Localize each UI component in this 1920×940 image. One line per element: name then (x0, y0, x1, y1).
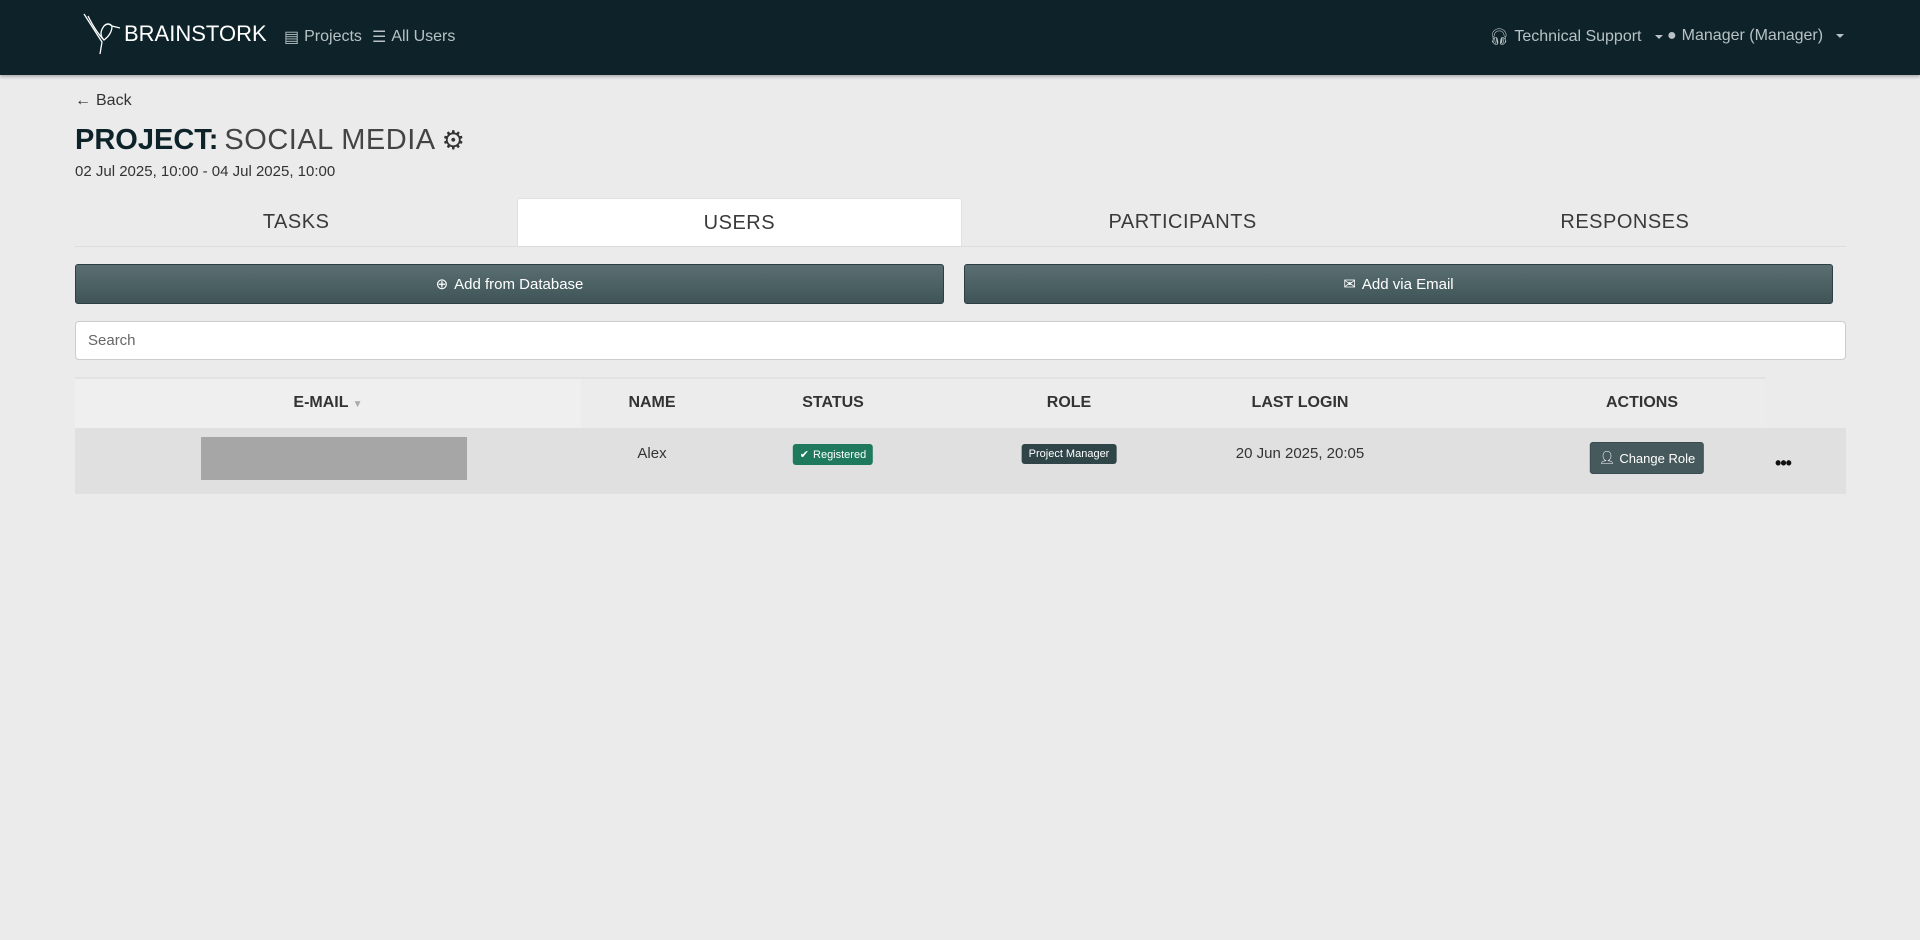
caret-down-icon (1836, 34, 1845, 38)
redacted-email (201, 437, 467, 480)
nav-projects-link[interactable]: ▤ Projects (284, 27, 362, 47)
header-email[interactable]: E-MAIL ▼ (293, 394, 362, 412)
check-circle-icon: ✔ (799, 449, 810, 461)
search-input[interactable] (75, 321, 1846, 360)
header-name: NAME (628, 394, 676, 411)
brand-logo[interactable]: BRAINSTORK (82, 12, 267, 56)
table-row: Alex ✔ Registered Project Manager 20 Jun … (75, 428, 1846, 494)
user-name: Alex (637, 445, 667, 462)
technical-support-dropdown[interactable]: 🎧︎ Technical Support (1489, 27, 1663, 47)
navbar: BRAINSTORK ▤ Projects ☰ All Users 🎧︎ Techni… (0, 0, 1920, 75)
user-menu-dropdown[interactable]: ● Manager (Manager) (1667, 27, 1845, 45)
add-via-email-button[interactable]: ✉ Add via Email (964, 264, 1833, 304)
caret-down-icon (1654, 35, 1663, 39)
change-role-button[interactable]: 👤︎ Change Role (1589, 442, 1705, 474)
plus-circle-icon: ⊕ (435, 276, 449, 293)
headset-icon: 🎧︎ (1489, 29, 1510, 46)
add-from-database-button[interactable]: ⊕ Add from Database (75, 264, 944, 304)
status-badge: ✔ Registered (792, 444, 874, 465)
role-badge: Project Manager (1021, 444, 1117, 464)
header-status: STATUS (802, 394, 864, 411)
list-icon: ☰ (372, 29, 387, 46)
header-actions: ACTIONS (1606, 394, 1678, 411)
header-last-login: LAST LOGIN (1251, 394, 1349, 411)
last-login: 20 Jun 2025, 20:05 (1235, 445, 1365, 462)
back-link[interactable]: ← Back (75, 92, 132, 110)
bird-logo-icon (83, 13, 121, 55)
sort-caret-icon: ▼ (352, 399, 363, 410)
tab-participants[interactable]: PARTICIPANTS (962, 198, 1404, 246)
envelope-icon: ✉ (1343, 276, 1356, 293)
nav-all-users-link[interactable]: ☰ All Users (372, 27, 455, 47)
table-header: E-MAIL ▼ NAME STATUS ROLE LAST LOGIN ACT… (75, 377, 1765, 428)
gear-icon[interactable]: ⚙ (442, 125, 465, 156)
page-title: PROJECT: SOCIAL MEDIA ⚙ (75, 124, 465, 156)
clipboard-icon: ▤ (284, 29, 300, 46)
tab-users[interactable]: USERS (517, 198, 962, 246)
user-icon: 👤︎ (1598, 450, 1616, 465)
more-options-icon[interactable]: ••• (1775, 453, 1792, 474)
tabs: TASKS USERS PARTICIPANTS RESPONSES (75, 198, 1846, 247)
tab-tasks[interactable]: TASKS (75, 198, 517, 246)
user-circle-icon: ● (1667, 27, 1677, 44)
project-dates: 02 Jul 2025, 10:00 - 04 Jul 2025, 10:00 (75, 163, 336, 180)
tab-responses[interactable]: RESPONSES (1404, 198, 1846, 246)
arrow-left-icon: ← (75, 92, 91, 109)
header-role: ROLE (1046, 394, 1092, 411)
